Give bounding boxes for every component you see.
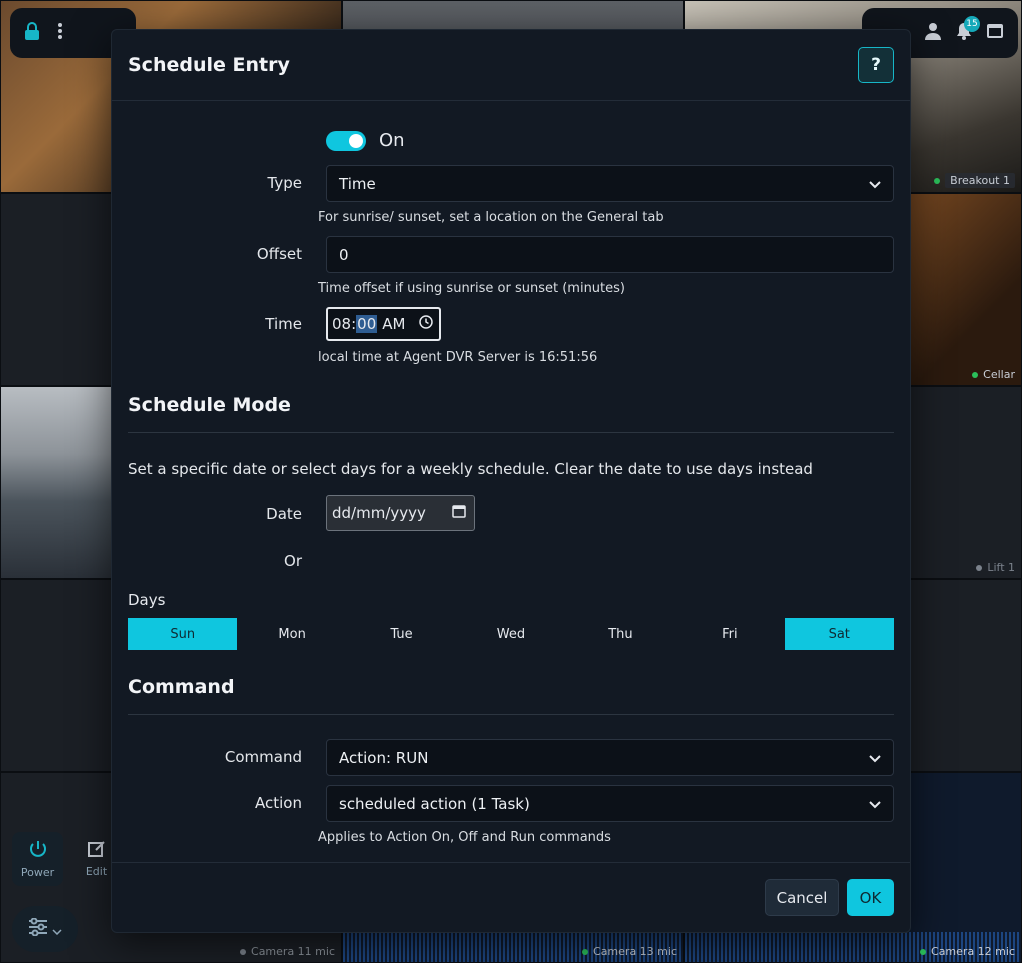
notification-badge: 15 (964, 16, 980, 32)
offset-help: Time offset if using sunrise or sunset (… (318, 281, 625, 296)
more-vertical-icon[interactable] (58, 23, 62, 43)
command-row: Command Action: RUN (128, 739, 894, 776)
chevron-down-icon (869, 175, 881, 193)
time-label: Time (265, 315, 302, 333)
action-row: Action scheduled action (1 Task) (128, 785, 894, 822)
sliders-icon (28, 917, 48, 940)
type-select[interactable]: Time (326, 165, 894, 202)
schedule-entry-dialog: Schedule Entry ? On Type Time For sunris… (111, 29, 911, 933)
offset-label: Offset (256, 245, 302, 263)
schedule-mode-description: Set a specific date or select days for a… (128, 460, 813, 478)
dialog-title: Schedule Entry (128, 54, 290, 76)
date-placeholder: dd/mm/yyyy (332, 504, 426, 522)
day-mon[interactable]: Mon (237, 618, 346, 650)
user-icon[interactable] (924, 22, 942, 44)
window-icon[interactable] (986, 23, 1004, 43)
chevron-down-icon (869, 795, 881, 813)
edit-icon (87, 840, 106, 861)
dialog-footer: Cancel OK (112, 862, 910, 932)
chevron-down-icon (869, 749, 881, 767)
camera-label: Camera 12 mic (920, 945, 1015, 958)
offset-row: Offset 0 (128, 236, 894, 273)
schedule-mode-title: Schedule Mode (128, 394, 291, 416)
dialog-header: Schedule Entry ? (112, 30, 910, 101)
divider (128, 714, 894, 715)
day-sat[interactable]: Sat (784, 618, 894, 650)
date-label: Date (266, 505, 302, 523)
side-tools: Power Edit (12, 832, 122, 890)
action-label: Action (255, 794, 302, 812)
calendar-icon[interactable] (452, 504, 466, 522)
power-button[interactable]: Power (12, 832, 63, 886)
action-value: scheduled action (1 Task) (339, 794, 530, 813)
chevron-down-icon (52, 920, 62, 939)
command-select[interactable]: Action: RUN (326, 739, 894, 776)
lock-icon[interactable] (24, 22, 40, 44)
divider (128, 432, 894, 433)
camera-label: Cellar (972, 368, 1015, 381)
bell-icon[interactable]: 15 (956, 16, 980, 44)
camera-label: Camera 13 mic (582, 945, 677, 958)
enabled-row: On (128, 130, 894, 154)
action-select[interactable]: scheduled action (1 Task) (326, 785, 894, 822)
power-icon (28, 839, 48, 862)
enabled-label: On (379, 130, 405, 151)
dialog-body: On Type Time For sunrise/ sunset, set a … (112, 101, 910, 863)
time-input[interactable]: 08:00 AM (326, 307, 441, 341)
offset-value: 0 (339, 245, 349, 264)
type-row: Type Time (128, 165, 894, 202)
time-row: Time 08:00 AM (128, 307, 894, 341)
camera-label: Camera 11 mic (240, 945, 335, 958)
type-help: For sunrise/ sunset, set a location on t… (318, 210, 664, 225)
date-input[interactable]: dd/mm/yyyy (326, 495, 475, 531)
time-help: local time at Agent DVR Server is 16:51:… (318, 350, 598, 365)
clock-icon[interactable] (419, 315, 434, 333)
ok-button[interactable]: OK (847, 879, 894, 916)
command-title: Command (128, 676, 235, 698)
or-label: Or (284, 552, 302, 570)
power-label: Power (20, 866, 55, 879)
offset-input[interactable]: 0 (326, 236, 894, 273)
action-help: Applies to Action On, Off and Run comman… (318, 830, 611, 845)
enabled-toggle[interactable] (326, 130, 366, 151)
cancel-button[interactable]: Cancel (765, 879, 839, 916)
days-selector: Sun Mon Tue Wed Thu Fri Sat (128, 618, 894, 650)
day-sun[interactable]: Sun (128, 618, 238, 650)
date-row: Date dd/mm/yyyy (128, 495, 894, 531)
type-value: Time (339, 174, 376, 193)
time-hours[interactable]: 08 (332, 315, 351, 333)
day-tue[interactable]: Tue (347, 618, 456, 650)
edit-label: Edit (85, 865, 108, 878)
time-ampm[interactable]: AM (382, 315, 405, 333)
command-value: Action: RUN (339, 748, 429, 767)
camera-label: Lift 1 (976, 561, 1015, 574)
day-wed[interactable]: Wed (456, 618, 565, 650)
days-label: Days (128, 591, 166, 609)
settings-menu-button[interactable] (12, 906, 78, 952)
day-thu[interactable]: Thu (566, 618, 675, 650)
type-label: Type (267, 174, 302, 192)
day-fri[interactable]: Fri (675, 618, 784, 650)
command-label: Command (224, 748, 302, 766)
time-minutes[interactable]: 00 (356, 315, 378, 333)
camera-label: Breakout 1 (934, 173, 1015, 188)
help-button[interactable]: ? (858, 47, 894, 83)
